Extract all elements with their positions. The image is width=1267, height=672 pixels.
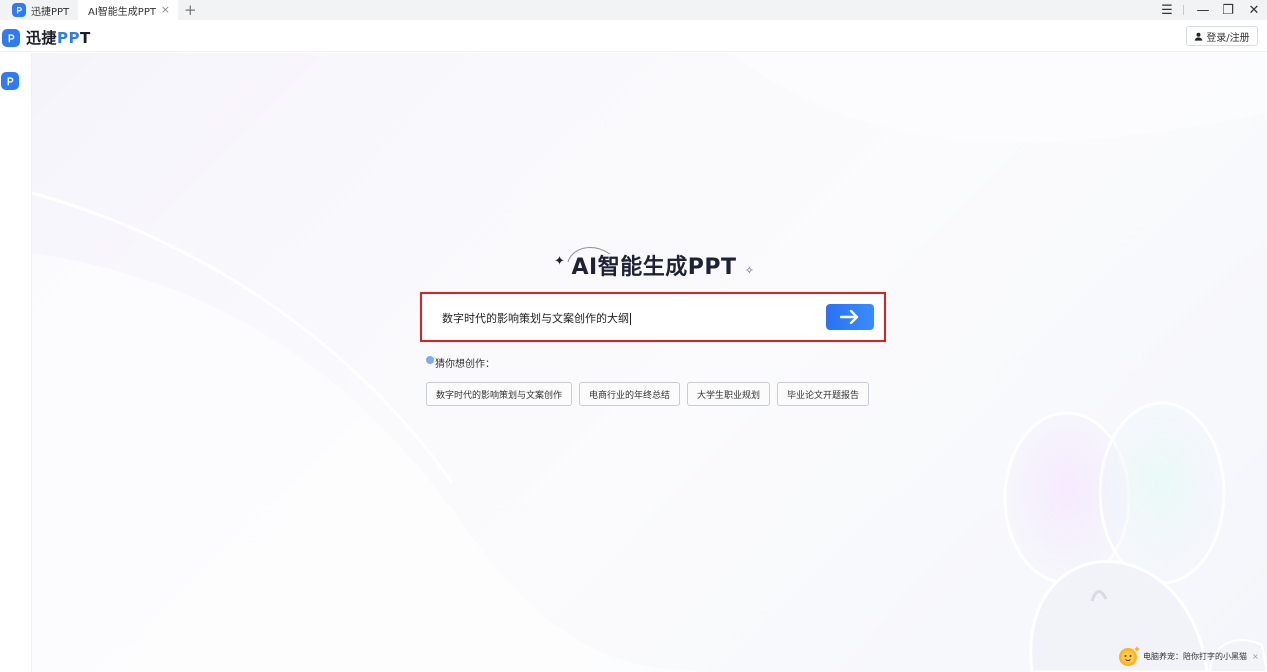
suggestions-header: 猜你想创作： — [426, 355, 495, 370]
left-sidebar — [0, 53, 32, 672]
minimize-icon[interactable]: — — [1190, 0, 1216, 20]
bubble-icon — [426, 355, 434, 364]
sun-mascot-icon — [1119, 646, 1140, 666]
suggestion-chip[interactable]: 大学生职业规划 — [687, 382, 771, 406]
tab-home[interactable]: 迅捷PPT — [0, 0, 78, 20]
sidebar-home-icon[interactable] — [1, 72, 19, 90]
brand[interactable]: 迅捷PPT — [2, 27, 91, 48]
tab-label: AI智能生成PPT — [88, 6, 156, 18]
suggestion-chip[interactable]: 电商行业的年终总结 — [579, 382, 681, 406]
prompt-input[interactable]: 数字时代的影响策划与文案创作的大纲 — [426, 297, 880, 337]
decorative-glass-illustration — [1003, 401, 1267, 672]
login-label: 登录/注册 — [1206, 32, 1250, 44]
tab-label: 迅捷PPT — [31, 6, 70, 18]
pet-notification[interactable]: 电脑养宠：陪你打字的小黑猫 × — [1115, 640, 1267, 672]
tab-ai-ppt[interactable]: AI智能生成PPT × — [78, 0, 178, 20]
suggestion-chip[interactable]: 毕业论文开题报告 — [777, 382, 870, 406]
page-title: ✦ AI智能生成PPT ✧ — [554, 247, 754, 280]
app-header: 迅捷PPT 登录/注册 — [0, 20, 1267, 52]
prompt-input-container: 数字时代的影响策划与文案创作的大纲 — [420, 292, 886, 342]
brand-end: T — [80, 29, 91, 47]
app-logo-icon — [2, 28, 20, 47]
arrow-right-icon — [840, 310, 859, 324]
divider — [1183, 5, 1184, 15]
close-tab-icon[interactable]: × — [161, 3, 170, 16]
brand-prefix: 迅捷 — [26, 29, 58, 47]
app-logo-icon — [12, 3, 26, 17]
generate-button[interactable] — [826, 304, 874, 330]
notification-text: 电脑养宠：陪你打字的小黑猫 — [1143, 651, 1247, 661]
add-tab-icon[interactable]: + — [184, 1, 197, 19]
tab-bar: 迅捷PPT AI智能生成PPT × + ☰ — ❐ ✕ — [0, 0, 1267, 20]
suggestion-chip[interactable]: 数字时代的影响策划与文案创作 — [426, 382, 573, 406]
user-icon — [1195, 32, 1203, 41]
prompt-text: 数字时代的影响策划与文案创作的大纲 — [442, 312, 629, 325]
sparkle-icon: ✧ — [744, 264, 754, 277]
close-window-icon[interactable]: ✕ — [1241, 0, 1267, 20]
main-content: ✦ AI智能生成PPT ✧ 数字时代的影响策划与文案创作的大纲 猜你想创作： 数… — [32, 53, 1267, 672]
text-caret — [630, 313, 631, 325]
login-register-button[interactable]: 登录/注册 — [1186, 26, 1258, 46]
prompt-input-value[interactable]: 数字时代的影响策划与文案创作的大纲 — [442, 310, 631, 326]
title-arc-decoration — [567, 247, 611, 263]
suggestions-label: 猜你想创作： — [435, 359, 495, 370]
brand-name: 迅捷PPT — [26, 27, 91, 48]
brand-accent: PP — [57, 29, 81, 47]
close-notification-icon[interactable]: × — [1252, 652, 1259, 661]
suggestion-chips: 数字时代的影响策划与文案创作 电商行业的年终总结 大学生职业规划 毕业论文开题报… — [426, 382, 876, 406]
restore-icon[interactable]: ❐ — [1215, 0, 1241, 20]
sparkle-icon: ✦ — [554, 254, 565, 269]
menu-icon[interactable]: ☰ — [1154, 0, 1180, 20]
